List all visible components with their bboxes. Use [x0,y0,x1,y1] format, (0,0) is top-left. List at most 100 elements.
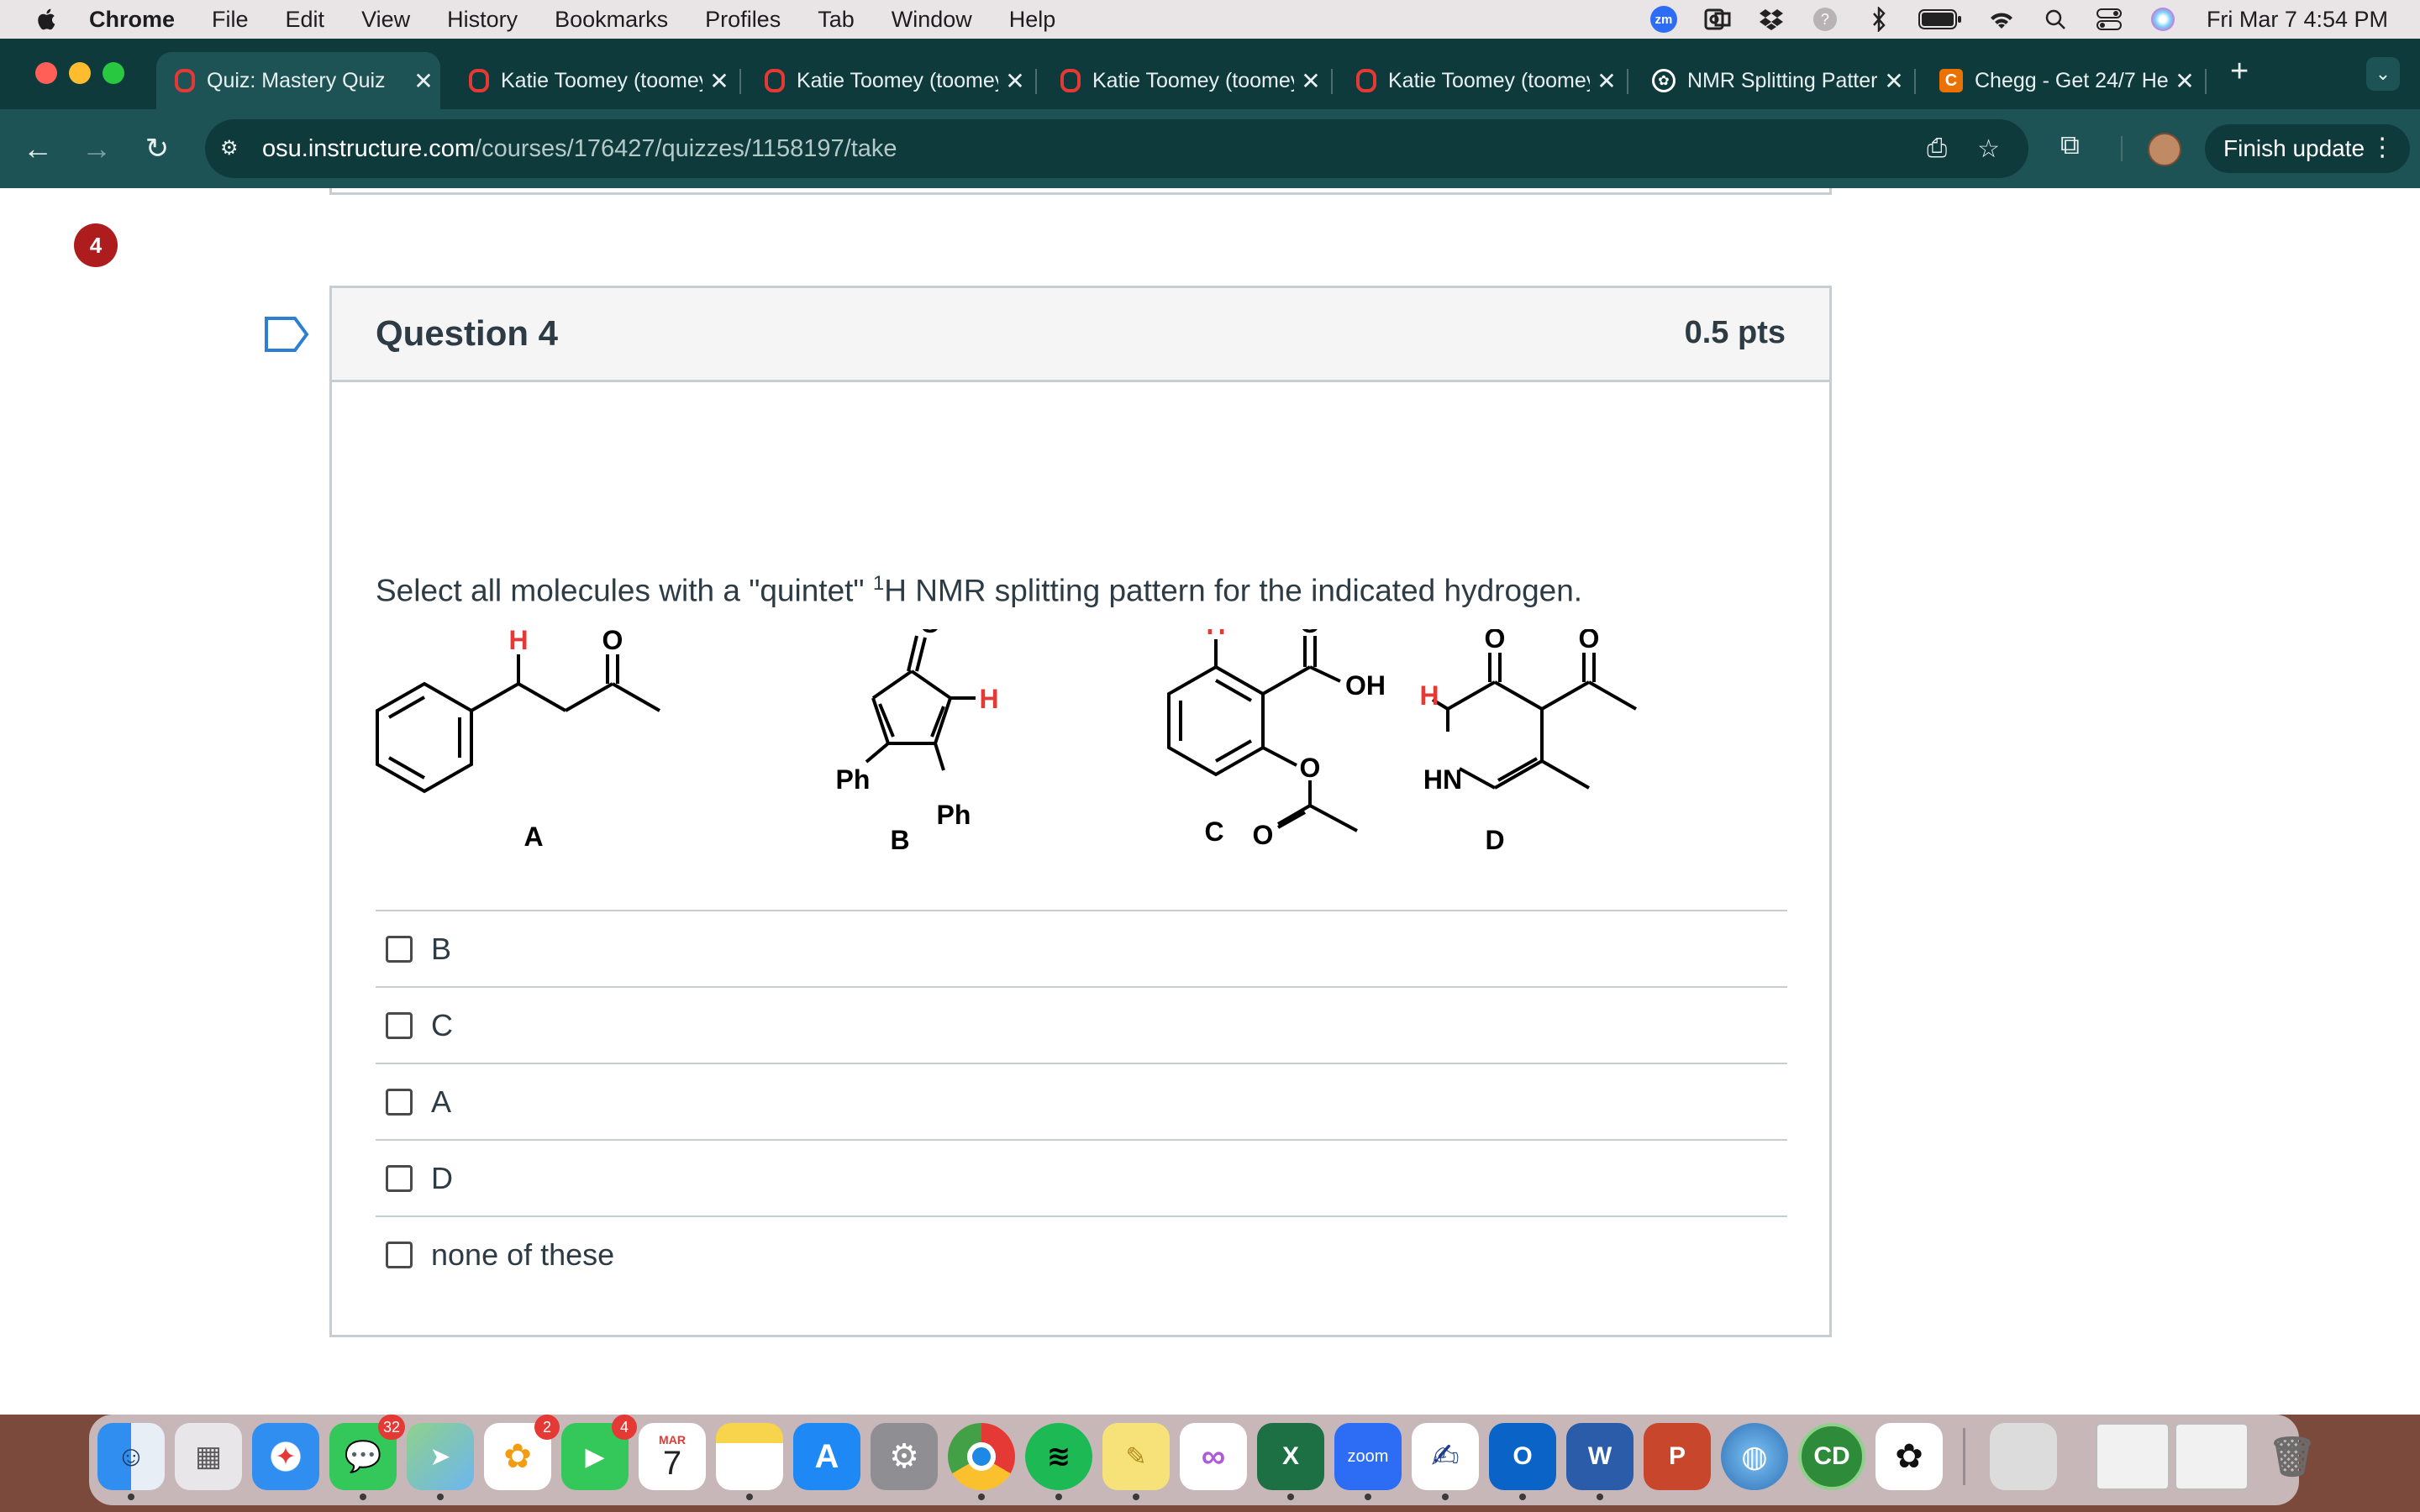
menu-file[interactable]: File [212,7,249,33]
window-close-button[interactable] [35,62,57,84]
wifi-icon[interactable] [1986,7,2017,32]
tab-katie-toomey-4[interactable]: Katie Toomey (toomey ✕ [1338,52,1623,109]
window-zoom-button[interactable] [103,62,124,84]
answer-option-d[interactable]: D [376,1139,1787,1215]
tab-close-icon[interactable]: ✕ [998,67,1032,95]
menu-profiles[interactable]: Profiles [705,7,781,33]
tab-katie-toomey-3[interactable]: Katie Toomey (toomey ✕ [1042,52,1328,109]
cd-icon[interactable]: CD [1798,1423,1865,1490]
system-settings-icon[interactable]: ⚙ [871,1423,938,1490]
control-center-icon[interactable] [2094,7,2124,32]
flag-question-icon[interactable] [264,316,309,353]
siri-icon[interactable] [2148,7,2178,32]
tab-close-icon[interactable]: ✕ [1590,67,1623,95]
pages-icon[interactable]: ✍ [1412,1423,1479,1490]
menu-view[interactable]: View [361,7,410,33]
highlighted-hydrogen-label: H [979,684,998,714]
safari-icon[interactable]: ✦ [252,1423,319,1490]
menu-window[interactable]: Window [892,7,972,33]
tab-katie-toomey-1[interactable]: Katie Toomey (toomey ✕ [450,52,736,109]
powerpoint-icon[interactable]: P [1644,1423,1711,1490]
dropbox-icon[interactable] [1756,7,1786,32]
outlook-icon[interactable]: O [1489,1423,1556,1490]
maps-icon[interactable]: ➤ [407,1423,474,1490]
menu-history[interactable]: History [447,7,518,33]
finish-update-button[interactable]: Finish update ⋮ [2205,124,2411,173]
answer-checkbox[interactable] [386,1164,413,1192]
tab-chegg[interactable]: C Chegg - Get 24/7 Help ✕ [1921,52,2202,109]
facetime-icon[interactable]: ▶ 4 [561,1415,637,1490]
answer-checkbox[interactable] [386,935,413,963]
tab-nmr-splitting[interactable]: ✿ NMR Splitting Patterns ✕ [1634,52,1911,109]
notification-badge: 32 [377,1415,405,1440]
messages-icon[interactable]: 💬 32 [329,1415,405,1490]
extensions-puzzle-icon[interactable]: ⧉ [2060,129,2099,168]
launchpad-icon[interactable]: ▦ [175,1423,242,1490]
window-minimize-button[interactable] [69,62,91,84]
help-status-icon[interactable]: ? [1810,7,1840,32]
menu-app-name[interactable]: Chrome [89,7,175,33]
finder-icon[interactable]: ☺ [97,1423,165,1490]
chrome-icon[interactable] [948,1423,1015,1490]
tab-quiz[interactable]: Quiz: Mastery Quiz ✕ [156,52,440,109]
install-app-icon[interactable]: ⎙ [1927,134,1947,163]
menu-edit[interactable]: Edit [286,7,325,33]
outlook-status-icon[interactable] [1702,7,1733,32]
tab-title: Katie Toomey (toomey [501,68,702,92]
zoom-status-icon[interactable]: zm [1649,6,1679,33]
site-info-icon[interactable]: ⚙ [220,136,245,161]
new-tab-button[interactable]: + [2230,54,2249,90]
stickies-icon[interactable]: ✎ [1102,1423,1170,1490]
running-indicator [1365,1494,1371,1500]
bluetooth-icon[interactable] [1864,7,1894,32]
tab-katie-toomey-2[interactable]: Katie Toomey (toomey ✕ [746,52,1032,109]
tab-search-button[interactable]: ⌄ [2366,57,2400,91]
tab-close-icon[interactable]: ✕ [1294,67,1328,95]
downloads-stack-icon[interactable] [1990,1423,2057,1490]
address-bar[interactable]: ⚙ osu.instructure.com/courses/176427/qui… [205,119,2028,178]
answer-checkbox[interactable] [386,1241,413,1268]
spotlight-search-icon[interactable] [2040,7,2070,32]
minimized-window-thumbnail[interactable] [2175,1423,2249,1490]
tab-divider [2205,69,2207,94]
app-store-icon[interactable]: A [793,1423,860,1490]
more-menu-icon[interactable]: ⋮ [2370,133,2395,162]
calendar-icon[interactable]: MAR 7 [639,1423,706,1490]
tab-close-icon[interactable]: ✕ [407,67,440,95]
tab-close-icon[interactable]: ✕ [1877,67,1911,95]
tab-close-icon[interactable]: ✕ [702,67,736,95]
menu-help[interactable]: Help [1009,7,1056,33]
answer-option-none[interactable]: none of these [376,1215,1787,1292]
zoom-icon[interactable]: zoom [1334,1423,1402,1490]
minimized-window-thumbnail[interactable] [2096,1423,2170,1490]
reload-icon[interactable]: ↻ [138,129,176,168]
answer-checkbox[interactable] [386,1011,413,1039]
bookmark-star-icon[interactable]: ☆ [1977,134,2000,164]
tab-divider [1035,69,1037,94]
trash-icon[interactable]: 🗑 [2259,1423,2326,1490]
menu-bookmarks[interactable]: Bookmarks [555,7,668,33]
notes-icon[interactable] [716,1423,783,1490]
word-icon[interactable]: W [1566,1423,1634,1490]
answer-option-c[interactable]: C [376,986,1787,1063]
freeform-icon[interactable]: ∞ [1180,1423,1247,1490]
running-indicator [1287,1494,1294,1500]
apple-menu-icon[interactable] [34,6,60,33]
profile-avatar[interactable] [2148,133,2181,166]
answer-option-a[interactable]: A [376,1063,1787,1139]
network-icon[interactable]: ◍ [1721,1423,1788,1490]
spotify-icon[interactable]: ≋ [1025,1423,1092,1490]
excel-icon[interactable]: X [1257,1423,1324,1490]
forward-icon[interactable]: → [77,129,116,168]
battery-icon[interactable] [1918,7,1963,32]
back-icon[interactable]: ← [18,129,57,168]
tab-close-icon[interactable]: ✕ [2168,67,2202,95]
menu-bar-status-area: zm ? Fri Mar 7 4:54 PM [1649,0,2420,39]
running-indicator [1055,1494,1062,1500]
answer-checkbox[interactable] [386,1088,413,1116]
menu-bar-clock[interactable]: Fri Mar 7 4:54 PM [2207,7,2388,33]
chatgpt-icon[interactable]: ✿ [1876,1423,1943,1490]
photos-icon[interactable]: ✿ 2 [484,1415,560,1490]
answer-option-b[interactable]: B [376,910,1787,986]
menu-tab[interactable]: Tab [818,7,855,33]
